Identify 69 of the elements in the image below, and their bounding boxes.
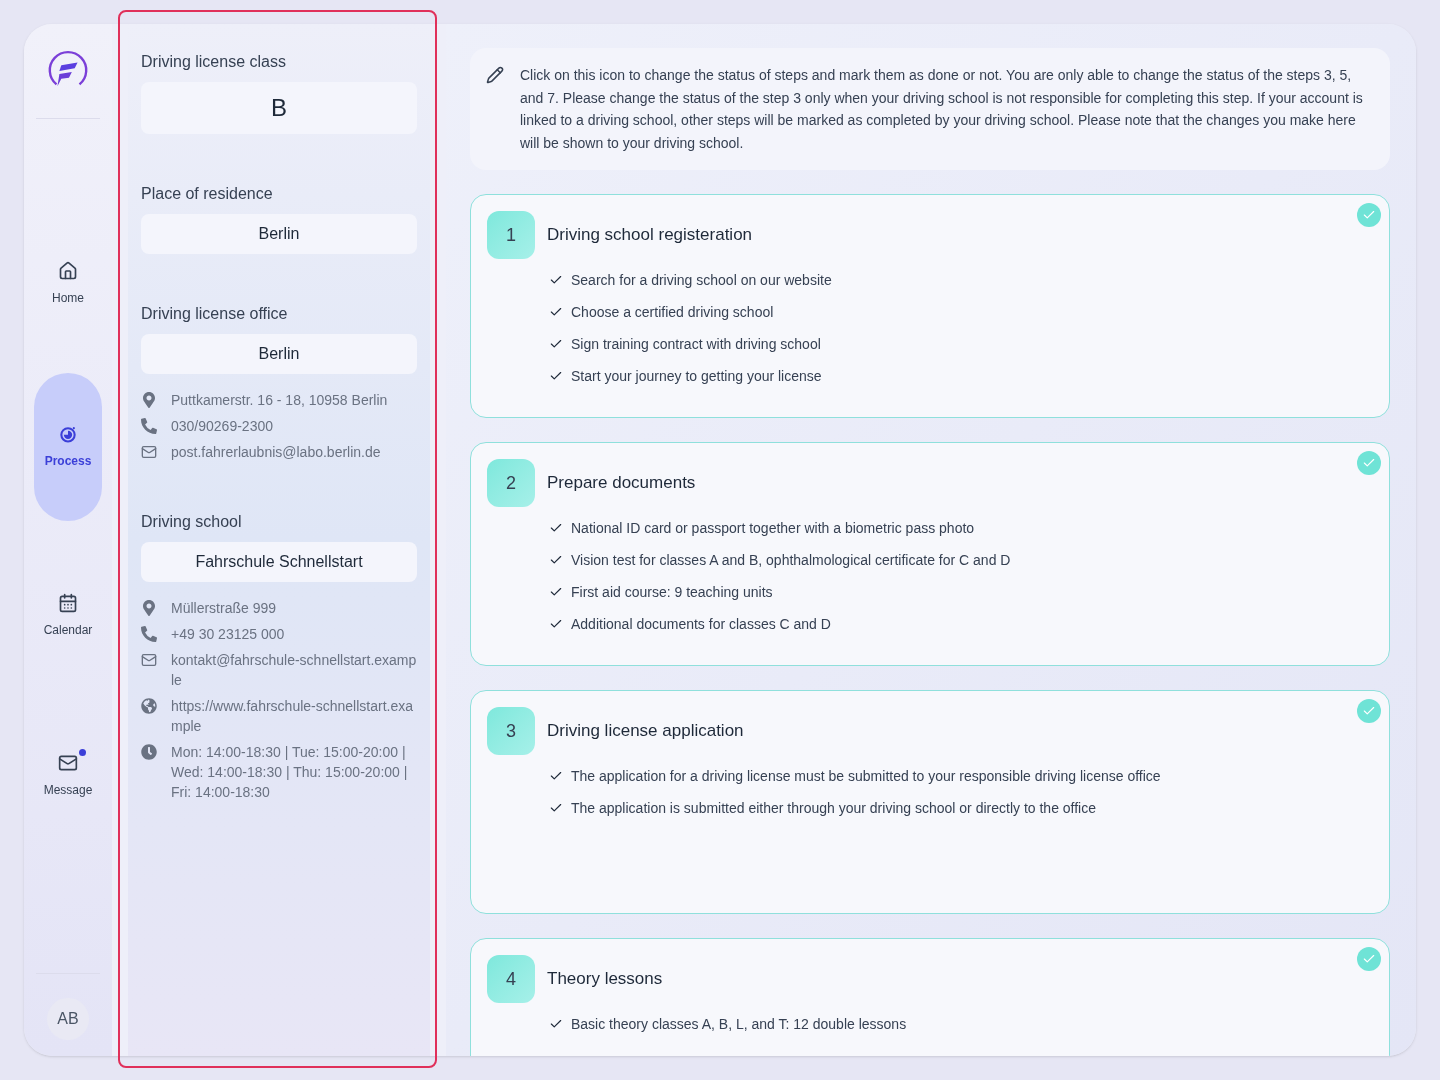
calendar-icon (58, 593, 78, 613)
value-field: B (141, 82, 417, 134)
step-item: Start your journey to getting your license (571, 367, 822, 386)
contact-text: Müllerstraße 999 (171, 599, 277, 618)
step-item: First aid course: 9 teaching units (571, 583, 773, 602)
section-label: Place of residence (141, 184, 274, 204)
section-label: Driving school (141, 512, 243, 532)
timer-icon (58, 424, 78, 444)
location-pin-icon (141, 392, 157, 408)
contact-text: +49 30 23125 000 (171, 625, 285, 644)
contact-text: Puttkamerstr. 16 - 18, 10958 Berlin (171, 391, 388, 410)
check-icon (549, 553, 563, 567)
contact-text: kontakt@fahrschule-schnellstart.example (171, 651, 417, 690)
step-number: 1 (487, 211, 535, 259)
phone-icon (141, 626, 157, 642)
check-icon (549, 273, 563, 287)
step-item: The application for a driving license must be submitted to your responsible driving license office (571, 767, 1161, 786)
check-icon (549, 801, 563, 815)
section-label: Driving license class (141, 52, 287, 72)
globe-icon (141, 698, 157, 714)
done-check-icon[interactable] (1357, 947, 1381, 971)
value-field: Berlin (141, 334, 417, 374)
nav-item[interactable]: Calendar (34, 591, 102, 641)
section-label: Driving license office (141, 304, 289, 324)
step-item: National ID card or passport together with a biometric pass photo (571, 519, 975, 538)
clock-icon (141, 744, 157, 760)
envelope-icon (58, 753, 78, 773)
check-icon (549, 521, 563, 535)
step-item: Basic theory classes A, B, L, and T: 12 double lessons (571, 1015, 907, 1034)
step-title: Prepare documents (547, 472, 696, 495)
phone-icon (141, 418, 157, 434)
envelope-icon (141, 652, 157, 668)
step-item: Search for a driving school on our website (571, 271, 832, 290)
step-title: Driving school registeration (547, 224, 753, 247)
user-avatar[interactable]: AB (47, 998, 89, 1040)
contact-text: Mon: 14:00-18:30 | Tue: 15:00-20:00 | Wed: 14:00-18:30 | Thu: 15:00-20:00 | Fri: 14:00-18:30 (171, 743, 409, 802)
check-icon (549, 305, 563, 319)
notice-text: Click on this icon to change the status of steps and mark them as done or not. You are only able to change the status of the steps 3, 5, and 7. Please change the status of the step 3 only when your driving school is not responsible for completing this step. If your account is linked to a driving school, other steps will be marked as completed by your driving school. Please note that the changes you make here will be shown to your driving school. (520, 66, 1364, 153)
value-field: Berlin (141, 214, 417, 254)
check-icon (549, 1017, 563, 1031)
home-icon (58, 261, 78, 281)
done-check-icon[interactable] (1357, 451, 1381, 475)
step-title: Driving license application (547, 720, 744, 743)
location-pin-icon (141, 600, 157, 616)
step-item: Choose a certified driving school (571, 303, 774, 322)
nav-item[interactable]: Process (34, 373, 102, 521)
check-icon (549, 769, 563, 783)
contact-text: https://www.fahrschule-schnellstart.example (171, 697, 414, 736)
step-item: Additional documents for classes C and D (571, 615, 831, 634)
nav-item[interactable]: Home (34, 259, 102, 309)
step-item: Sign training contract with driving school (571, 335, 821, 354)
check-icon (549, 617, 563, 631)
done-check-icon[interactable] (1357, 699, 1381, 723)
value-field: Fahrschule Schnellstart (141, 542, 417, 582)
nav-item[interactable]: Message (34, 751, 102, 801)
contact-text: 030/90269-2300 (171, 417, 273, 436)
check-icon (549, 337, 563, 351)
pencil-icon[interactable] (486, 66, 504, 84)
envelope-icon (141, 444, 157, 460)
done-check-icon[interactable] (1357, 203, 1381, 227)
step-number: 4 (487, 955, 535, 1003)
contact-text: post.fahrerlaubnis@labo.berlin.de (171, 443, 381, 462)
step-number: 3 (487, 707, 535, 755)
step-item: The application is submitted either through your driving school or directly to the office (571, 799, 1097, 818)
step-item: Vision test for classes A and B, ophthalmological certificate for C and D (571, 551, 1011, 570)
check-icon (549, 369, 563, 383)
check-icon (549, 585, 563, 599)
step-title: Theory lessons (547, 968, 663, 991)
step-number: 2 (487, 459, 535, 507)
